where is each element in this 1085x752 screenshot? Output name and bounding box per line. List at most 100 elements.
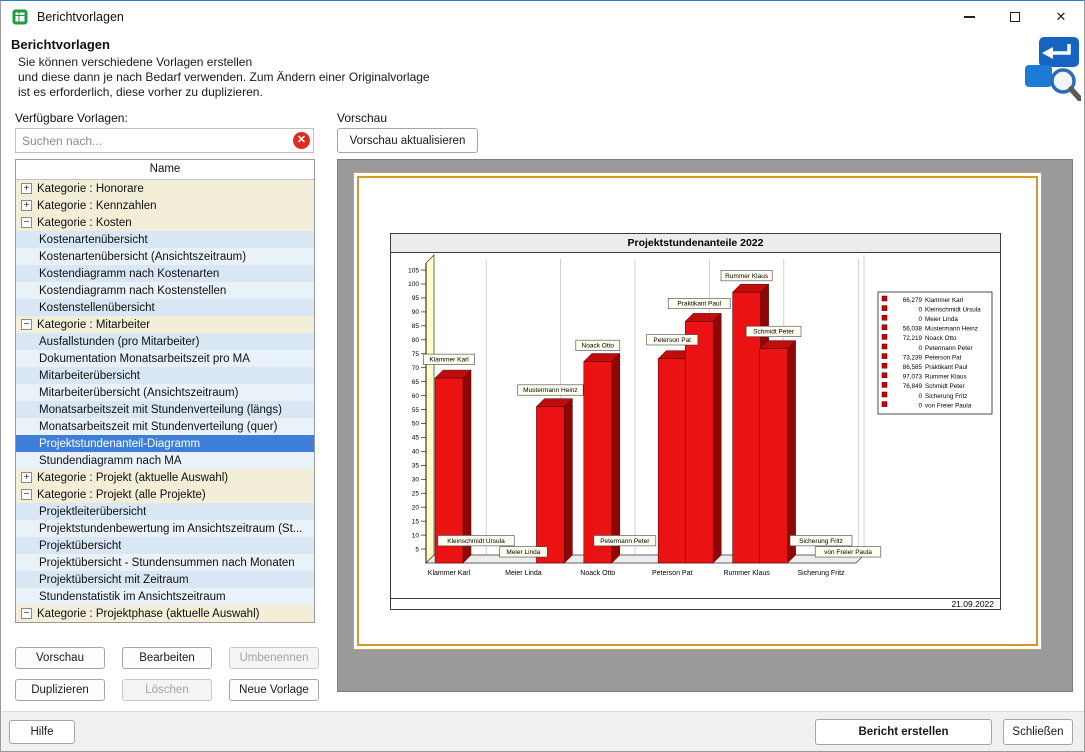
preview-page: Projektstundenanteile 2022 5101520253035… xyxy=(353,172,1042,650)
search-box: ✕ xyxy=(15,128,314,153)
svg-text:0: 0 xyxy=(918,402,922,409)
expand-icon[interactable]: + xyxy=(21,472,32,483)
umbenennen-button: Umbenennen xyxy=(229,647,319,669)
tree-category-row[interactable]: −Kategorie : Projektphase (aktuelle Ausw… xyxy=(16,605,314,622)
tree-item-row[interactable]: Projektstundenbewertung im Ansichtszeitr… xyxy=(16,520,314,537)
tree-item-row[interactable]: Monatsarbeitszeit mit Stundenverteilung … xyxy=(16,418,314,435)
tree-category-row[interactable]: +Kategorie : Kennzahlen xyxy=(16,197,314,214)
tree-category-row[interactable]: +Kategorie : Projekt (aktuelle Auswahl) xyxy=(16,469,314,486)
tree-category-row[interactable]: +Kategorie : Honorare xyxy=(16,180,314,197)
tree-category-row[interactable]: −Kategorie : Kosten xyxy=(16,214,314,231)
chart-date: 21.09.2022 xyxy=(951,599,994,609)
template-row-label: Kategorie : Kosten xyxy=(37,217,132,229)
minimize-button[interactable] xyxy=(946,1,992,33)
name-column-header[interactable]: Name xyxy=(16,160,314,180)
template-row-label: Kostenartenübersicht (Ansichtszeitraum) xyxy=(39,251,246,263)
maximize-button[interactable] xyxy=(992,1,1038,33)
svg-text:Noack Otto: Noack Otto xyxy=(582,343,615,350)
expand-icon[interactable]: + xyxy=(21,183,32,194)
collapse-icon[interactable]: − xyxy=(21,489,32,500)
svg-text:72,219: 72,219 xyxy=(903,335,923,342)
expand-icon[interactable]: + xyxy=(21,200,32,211)
tree-category-row[interactable]: −Kategorie : Projekt (alle Projekte) xyxy=(16,486,314,503)
template-row-label: Ausfallstunden (pro Mitarbeiter) xyxy=(39,336,199,348)
collapse-icon[interactable]: − xyxy=(21,608,32,619)
tree-item-row[interactable]: Mitarbeiterübersicht xyxy=(16,367,314,384)
vorschau-button[interactable]: Vorschau xyxy=(15,647,105,669)
svg-text:65: 65 xyxy=(412,379,420,386)
template-row-label: Stundenstatistik im Ansichtszeitraum xyxy=(39,591,226,603)
tree-item-row[interactable]: Monatsarbeitszeit mit Stundenverteilung … xyxy=(16,401,314,418)
svg-text:Schmidt Peter: Schmidt Peter xyxy=(925,383,965,390)
collapse-icon[interactable]: − xyxy=(21,217,32,228)
svg-text:Petermann Peter: Petermann Peter xyxy=(600,538,650,545)
tree-item-row[interactable]: Projektstundenanteil-Diagramm xyxy=(16,435,314,452)
template-row-label: Kostendiagramm nach Kostenarten xyxy=(39,268,219,280)
svg-text:40: 40 xyxy=(412,449,420,456)
svg-text:0: 0 xyxy=(918,393,922,400)
tree-item-row[interactable]: Stundenstatistik im Ansichtszeitraum xyxy=(16,588,314,605)
minimize-icon xyxy=(964,16,975,18)
svg-text:20: 20 xyxy=(412,504,420,511)
svg-text:10: 10 xyxy=(412,532,420,539)
tree-item-row[interactable]: Kostenartenübersicht (Ansichtszeitraum) xyxy=(16,248,314,265)
tree-item-row[interactable]: Projektübersicht - Stundensummen nach Mo… xyxy=(16,554,314,571)
tree-category-row[interactable]: −Kategorie : Mitarbeiter xyxy=(16,316,314,333)
svg-text:0: 0 xyxy=(918,316,922,323)
page-description: Sie können verschiedene Vorlagen erstell… xyxy=(18,55,430,100)
tree-item-row[interactable]: Mitarbeiterübersicht (Ansichtszeitraum) xyxy=(16,384,314,401)
bearbeiten-button[interactable]: Bearbeiten xyxy=(122,647,212,669)
svg-text:90: 90 xyxy=(412,309,420,316)
tree-item-row[interactable]: Dokumentation Monatsarbeitszeit pro MA xyxy=(16,350,314,367)
report-preview-icon xyxy=(1023,35,1081,101)
svg-text:Noack Otto: Noack Otto xyxy=(925,335,957,342)
available-templates-label: Verfügbare Vorlagen: xyxy=(15,111,128,125)
svg-text:Praktikant Paul: Praktikant Paul xyxy=(925,364,967,371)
tree-item-row[interactable]: Kostendiagramm nach Kostenarten xyxy=(16,265,314,282)
tree-item-row[interactable]: Kostenstellenübersicht xyxy=(16,299,314,316)
bericht-erstellen-button[interactable]: Bericht erstellen xyxy=(815,719,992,745)
loeschen-button: Löschen xyxy=(122,679,212,701)
template-list: Name +Kategorie : Honorare+Kategorie : K… xyxy=(15,159,315,623)
svg-text:76,849: 76,849 xyxy=(903,383,923,390)
svg-text:Mustermann Heinz: Mustermann Heinz xyxy=(925,326,978,333)
close-button[interactable]: ✕ xyxy=(1038,1,1084,33)
tree-item-row[interactable]: Kostenartenübersicht xyxy=(16,231,314,248)
template-row-label: Projektübersicht mit Zeitraum xyxy=(39,574,189,586)
svg-text:5: 5 xyxy=(415,546,419,553)
clear-search-button[interactable]: ✕ xyxy=(293,132,310,149)
svg-text:55: 55 xyxy=(412,407,420,414)
svg-text:105: 105 xyxy=(408,267,419,274)
svg-text:Klammer Karl: Klammer Karl xyxy=(429,357,469,364)
title-bar: Berichtvorlagen ✕ xyxy=(1,1,1084,33)
tree-item-row[interactable]: Projektleiterübersicht xyxy=(16,503,314,520)
svg-text:Peterson Pat: Peterson Pat xyxy=(652,570,693,577)
svg-text:60: 60 xyxy=(412,393,420,400)
tree-item-row[interactable]: Kostendiagramm nach Kostenstellen xyxy=(16,282,314,299)
refresh-preview-button[interactable]: Vorschau aktualisieren xyxy=(337,128,478,153)
duplizieren-button[interactable]: Duplizieren xyxy=(15,679,105,701)
svg-text:Schmidt Peter: Schmidt Peter xyxy=(753,329,795,336)
svg-text:97,073: 97,073 xyxy=(903,374,923,381)
tree-item-row[interactable]: Projektübersicht xyxy=(16,537,314,554)
search-input[interactable] xyxy=(16,134,293,148)
svg-text:66,279: 66,279 xyxy=(903,297,923,304)
collapse-icon[interactable]: − xyxy=(21,319,32,330)
svg-text:Noack Otto: Noack Otto xyxy=(580,570,615,577)
tree-item-row[interactable]: Ausfallstunden (pro Mitarbeiter) xyxy=(16,333,314,350)
svg-text:Klammer Karl: Klammer Karl xyxy=(925,297,963,304)
neue-vorlage-button[interactable]: Neue Vorlage xyxy=(229,679,319,701)
svg-text:Kleinschmidt Ursula: Kleinschmidt Ursula xyxy=(925,306,981,313)
close-icon: ✕ xyxy=(1056,9,1067,25)
template-row-label: Monatsarbeitszeit mit Stundenverteilung … xyxy=(39,421,277,433)
tree-item-row[interactable]: Stundendiagramm nach MA xyxy=(16,452,314,469)
schliessen-button[interactable]: Schließen xyxy=(1003,719,1073,745)
svg-text:85: 85 xyxy=(412,323,420,330)
template-row-label: Stundendiagramm nach MA xyxy=(39,455,182,467)
template-row-label: Projektstundenanteil-Diagramm xyxy=(39,438,200,450)
chart-title: Projektstundenanteile 2022 xyxy=(391,234,1000,253)
template-row-label: Kategorie : Mitarbeiter xyxy=(37,319,150,331)
template-row-label: Dokumentation Monatsarbeitszeit pro MA xyxy=(39,353,250,365)
tree-item-row[interactable]: Projektübersicht mit Zeitraum xyxy=(16,571,314,588)
hilfe-button[interactable]: Hilfe xyxy=(9,720,75,744)
